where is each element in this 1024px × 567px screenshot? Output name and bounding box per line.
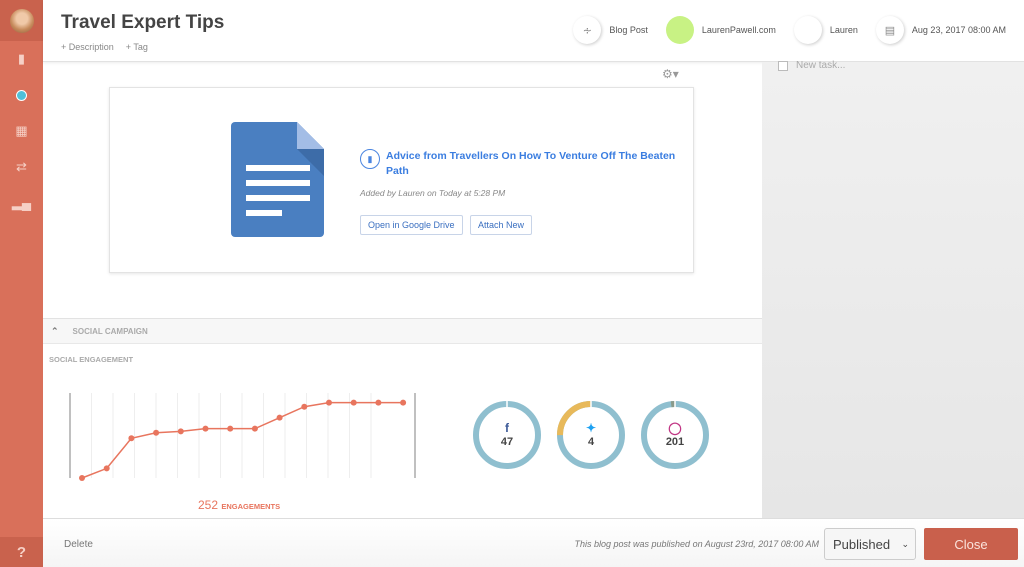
chevron-up-icon[interactable]: ⌃ <box>51 326 59 337</box>
close-button[interactable]: Close <box>924 528 1018 560</box>
add-description-link[interactable]: + Description <box>61 42 114 52</box>
data-point <box>301 403 308 410</box>
attachment-added-info: Added by Lauren on Today at 5:28 PM <box>360 188 506 198</box>
site[interactable]: LaurenPawell.com <box>665 16 776 44</box>
data-point <box>350 399 357 406</box>
data-point <box>79 475 85 481</box>
avatar <box>793 16 822 44</box>
document-icon: ▮ <box>360 149 380 169</box>
twitter-donut: ✦ 4 <box>556 400 626 470</box>
header: Travel Expert Tips + Description + Tag ∻ B… <box>43 0 1024 62</box>
data-point <box>326 399 332 406</box>
date[interactable]: ▤ Aug 23, 2017 08:00 AM <box>875 16 1006 44</box>
social-campaign-header[interactable]: ⌃ SOCIAL CAMPAIGN <box>43 318 762 344</box>
data-point <box>103 465 110 472</box>
avatar[interactable] <box>9 8 34 33</box>
attachment-title-link[interactable]: Advice from Travellers On How To Venture… <box>386 149 690 179</box>
data-point <box>153 429 160 436</box>
data-point <box>375 399 382 406</box>
new-task-input[interactable]: New task... <box>778 60 845 71</box>
rss-icon: ∻ <box>573 16 602 44</box>
bar-chart-icon[interactable]: ▂▄ <box>0 185 43 221</box>
open-in-google-drive-button[interactable]: Open in Google Drive <box>360 215 463 235</box>
user-avatar-container[interactable] <box>0 0 43 41</box>
data-point <box>400 399 407 406</box>
footer: Delete This blog post was published on A… <box>43 518 1024 567</box>
social-engagement-title: SOCIAL ENGAGEMENT <box>49 355 134 364</box>
calendar-icon[interactable]: ▦ <box>0 113 43 149</box>
data-point <box>177 428 184 435</box>
sidebar: ▮ ▦ ⇄ ▂▄ ? <box>0 0 43 567</box>
help-button[interactable]: ? <box>0 537 43 567</box>
chevron-down-icon: ⌄ <box>901 538 909 549</box>
circle-icon[interactable] <box>0 77 43 113</box>
owner[interactable]: Lauren <box>793 16 858 44</box>
green-dot-icon <box>665 16 694 44</box>
calendar-icon: ▤ <box>875 16 904 44</box>
attachment-card: ▮ Advice from Travellers On How To Ventur… <box>109 87 694 273</box>
content-type[interactable]: ∻ Blog Post <box>573 16 648 44</box>
engagement-line-chart <box>69 393 416 481</box>
facebook-donut: f 47 <box>472 400 542 470</box>
engagements-summary: 252 ENGAGEMENTS <box>198 498 281 512</box>
tasks-panel: New task... <box>762 60 1024 518</box>
facebook-icon: f <box>505 421 509 435</box>
gear-icon[interactable]: ⚙▾ <box>662 67 679 81</box>
delete-button[interactable]: Delete <box>64 539 93 550</box>
twitter-icon: ✦ <box>585 421 597 435</box>
clipboard-icon[interactable]: ▮ <box>0 41 43 77</box>
publish-status-text: This blog post was published on August 2… <box>574 539 820 549</box>
data-point <box>227 425 234 432</box>
instagram-icon: ◯ <box>668 421 682 435</box>
data-point <box>251 425 258 432</box>
task-checkbox[interactable] <box>778 60 788 71</box>
data-point <box>276 414 283 421</box>
data-point <box>128 435 135 442</box>
instagram-donut: ◯ 201 <box>640 400 710 470</box>
google-doc-icon <box>231 122 324 237</box>
status-select[interactable]: Published ⌄ <box>824 528 916 560</box>
add-tag-link[interactable]: + Tag <box>126 42 148 52</box>
data-point <box>202 425 209 432</box>
attach-new-button[interactable]: Attach New <box>470 215 533 235</box>
page-title[interactable]: Travel Expert Tips <box>61 12 224 34</box>
shuffle-icon[interactable]: ⇄ <box>0 149 43 185</box>
